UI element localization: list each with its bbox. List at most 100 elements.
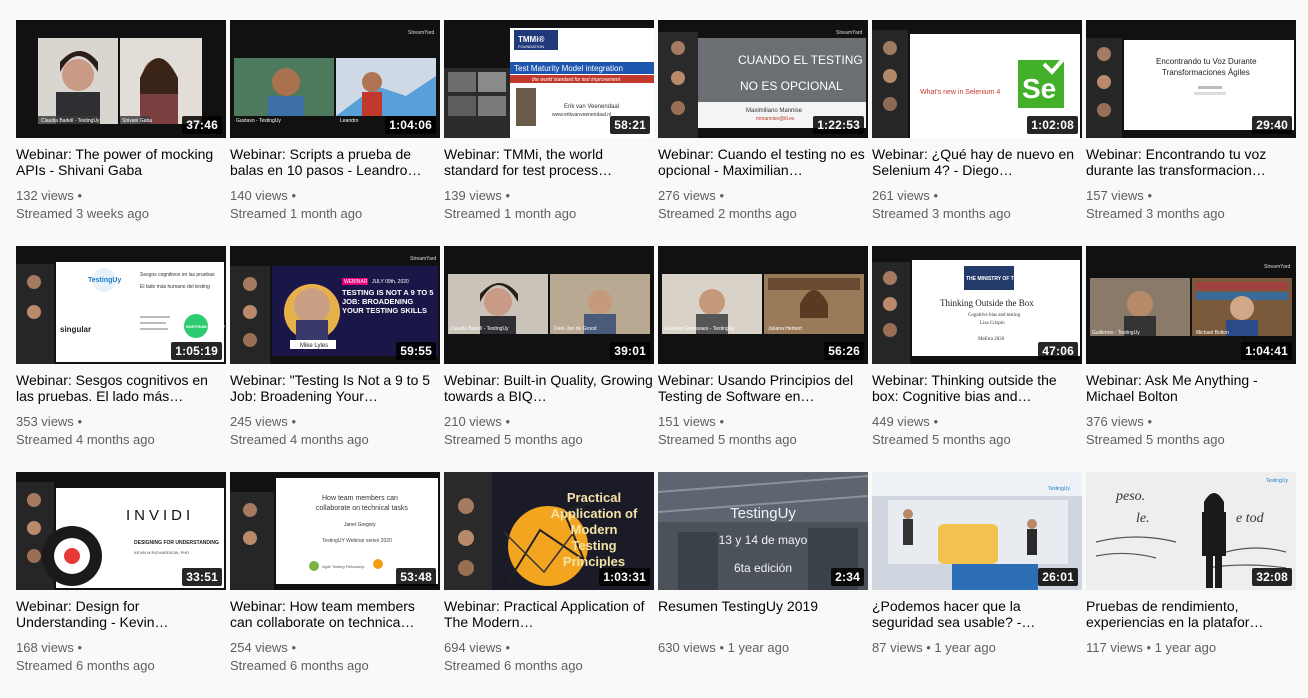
video-title-text[interactable]: Webinar: Cuando el testing no es opciona…: [658, 146, 868, 178]
video-title[interactable]: Webinar: TMMi, the world standard for te…: [444, 146, 654, 178]
video-card[interactable]: Gustavo Guimaraes - TestingUy Juliana He…: [658, 246, 868, 472]
video-title[interactable]: ¿Podemos hacer que la seguridad sea usab…: [872, 598, 1082, 630]
video-thumbnail[interactable]: Guillermo - TestingUy Michael Bolton Str…: [1086, 246, 1296, 364]
thumb-label: What's new in Selenium 4: [920, 89, 1000, 96]
stream-time: Streamed 5 months ago: [872, 432, 1011, 447]
view-count: 168 views: [16, 640, 74, 655]
video-thumbnail[interactable]: TestingUy 26:01: [872, 472, 1082, 590]
video-title-text[interactable]: Webinar: The power of mocking APIs - Shi…: [16, 146, 226, 178]
video-title-text[interactable]: Webinar: Design for Understanding - Kevi…: [16, 598, 226, 630]
video-title-text[interactable]: Webinar: Scripts a prueba de balas en 10…: [230, 146, 440, 178]
video-card[interactable]: CUANDO EL TESTING NO ES OPCIONAL Maximil…: [658, 20, 868, 246]
separator-dot: •: [1146, 640, 1152, 655]
stream-time: Streamed 3 weeks ago: [16, 206, 149, 221]
video-title[interactable]: Webinar: Scripts a prueba de balas en 10…: [230, 146, 440, 178]
video-title[interactable]: Webinar: Practical Application of The Mo…: [444, 598, 654, 630]
video-card[interactable]: StreamYard Gustavo - TestingUy Leandro 1…: [230, 20, 440, 246]
video-meta: 139 views • Streamed 1 month ago: [444, 187, 654, 223]
video-card[interactable]: INVIDI DESIGNING FOR UNDERSTANDING KEVIN…: [16, 472, 226, 698]
video-thumbnail[interactable]: CUANDO EL TESTING NO ES OPCIONAL Maximil…: [658, 20, 868, 138]
video-thumbnail[interactable]: peso. le. e tod TestingUy 32:08: [1086, 472, 1296, 590]
video-card[interactable]: Guillermo - TestingUy Michael Bolton Str…: [1086, 246, 1296, 472]
video-card[interactable]: TestingUy Sesgos cognitivos en las prueb…: [16, 246, 226, 472]
video-thumbnail[interactable]: Gustavo Guimaraes - TestingUy Juliana He…: [658, 246, 868, 364]
thumb-label: Claudia Badell - TestingUy: [450, 326, 509, 332]
video-title[interactable]: Webinar: Thinking outside the box: Cogni…: [872, 372, 1082, 404]
video-title-text[interactable]: Webinar: Practical Application of The Mo…: [444, 598, 654, 630]
thumb-label: Michael Bolton: [1196, 330, 1229, 336]
video-title-text[interactable]: Webinar: Usando Principios del Testing d…: [658, 372, 868, 404]
video-title-text[interactable]: Webinar: Thinking outside the box: Cogni…: [872, 372, 1082, 404]
separator-dot: •: [933, 414, 938, 429]
video-title-text[interactable]: Webinar: "Testing Is Not a 9 to 5 Job: B…: [230, 372, 440, 404]
video-card[interactable]: Claudia Badell - TestingUy Derk-Jan de G…: [444, 246, 654, 472]
video-card[interactable]: TMMi® FOUNDATION Test Maturity Model int…: [444, 20, 654, 246]
duration-badge: 1:22:53: [813, 116, 864, 134]
video-thumbnail[interactable]: Claudia Badell - TestingUy Shivani Gaba …: [16, 20, 226, 138]
video-title-text[interactable]: Webinar: Built-in Quality, Growing towar…: [444, 372, 654, 404]
thumb-label: StreamYard: [410, 256, 437, 262]
video-thumbnail[interactable]: Claudia Badell - TestingUy Derk-Jan de G…: [444, 246, 654, 364]
duration-badge: 33:51: [182, 568, 222, 586]
video-card[interactable]: How team members can collaborate on tech…: [230, 472, 440, 698]
video-title[interactable]: Webinar: Sesgos cognitivos en las prueba…: [16, 372, 226, 404]
video-thumbnail[interactable]: INVIDI DESIGNING FOR UNDERSTANDING KEVIN…: [16, 472, 226, 590]
video-title[interactable]: Webinar: ¿Qué hay de nuevo en Selenium 4…: [872, 146, 1082, 178]
video-title-text[interactable]: Webinar: Sesgos cognitivos en las prueba…: [16, 372, 226, 404]
video-thumbnail[interactable]: TestingUy 13 y 14 de mayo 6ta edición 2:…: [658, 472, 868, 590]
view-count: 694 views: [444, 640, 502, 655]
video-title[interactable]: Webinar: The power of mocking APIs - Shi…: [16, 146, 226, 178]
thumb-label: www.erikvanveenendaal.nl: [552, 112, 611, 118]
video-title[interactable]: Resumen TestingUy 2019: [658, 598, 868, 630]
video-card[interactable]: THE MINISTRY OF TESTING Thinking Outside…: [872, 246, 1082, 472]
video-title-text[interactable]: Webinar: ¿Qué hay de nuevo en Selenium 4…: [872, 146, 1082, 178]
video-title[interactable]: Webinar: "Testing Is Not a 9 to 5 Job: B…: [230, 372, 440, 404]
video-title[interactable]: Webinar: Built-in Quality, Growing towar…: [444, 372, 654, 404]
video-card[interactable]: WEBINAR JULY 09th, 2020 TESTING IS NOT A…: [230, 246, 440, 472]
video-card[interactable]: Practical Application of Modern Testing …: [444, 472, 654, 698]
video-title-text[interactable]: Webinar: Encontrando tu voz durante las …: [1086, 146, 1296, 178]
thumb-label: Sesgos cognitivos en las pruebas: [140, 272, 215, 278]
video-title-text[interactable]: Pruebas de rendimiento, experiencias en …: [1086, 598, 1296, 630]
video-title[interactable]: Webinar: Encontrando tu voz durante las …: [1086, 146, 1296, 178]
duration-badge: 1:04:06: [385, 116, 436, 134]
video-thumbnail[interactable]: Practical Application of Modern Testing …: [444, 472, 654, 590]
video-thumbnail[interactable]: What's new in Selenium 4 Se 1:02:08: [872, 20, 1082, 138]
video-card[interactable]: Claudia Badell - TestingUy Shivani Gaba …: [16, 20, 226, 246]
video-title-text[interactable]: ¿Podemos hacer que la seguridad sea usab…: [872, 598, 1082, 630]
video-meta: 694 views • Streamed 6 months ago: [444, 639, 654, 675]
separator-dot: •: [505, 414, 510, 429]
thumb-label: Modern: [571, 522, 618, 537]
thumb-label: TestingUY Webinar series 2020: [322, 538, 392, 544]
video-title-text[interactable]: Webinar: How team members can collaborat…: [230, 598, 440, 630]
video-thumbnail[interactable]: Encontrando tu Voz Durante Transformacio…: [1086, 20, 1296, 138]
thumb-label: CUANDO EL TESTING: [738, 53, 863, 67]
separator-dot: •: [926, 640, 931, 655]
video-title[interactable]: Webinar: Usando Principios del Testing d…: [658, 372, 868, 404]
video-title[interactable]: Webinar: Cuando el testing no es opciona…: [658, 146, 868, 178]
video-title[interactable]: Pruebas de rendimiento, experiencias en …: [1086, 598, 1296, 630]
video-thumbnail[interactable]: WEBINAR JULY 09th, 2020 TESTING IS NOT A…: [230, 246, 440, 364]
thumb-label: Practical: [567, 490, 621, 505]
video-card[interactable]: TestingUy 13 y 14 de mayo 6ta edición 2:…: [658, 472, 868, 698]
video-card[interactable]: What's new in Selenium 4 Se 1:02:08 Webi…: [872, 20, 1082, 246]
video-title[interactable]: Webinar: Ask Me Anything - Michael Bolto…: [1086, 372, 1296, 404]
video-title-text[interactable]: Webinar: TMMi, the world standard for te…: [444, 146, 654, 178]
thumb-label: TestingUy: [1048, 486, 1070, 492]
duration-badge: 58:21: [610, 116, 650, 134]
video-thumbnail[interactable]: TestingUy Sesgos cognitivos en las prueb…: [16, 246, 226, 364]
video-thumbnail[interactable]: StreamYard Gustavo - TestingUy Leandro 1…: [230, 20, 440, 138]
video-thumbnail[interactable]: TMMi® FOUNDATION Test Maturity Model int…: [444, 20, 654, 138]
video-card[interactable]: Encontrando tu Voz Durante Transformacio…: [1086, 20, 1296, 246]
video-title[interactable]: Webinar: Design for Understanding - Kevi…: [16, 598, 226, 630]
video-thumbnail[interactable]: THE MINISTRY OF TESTING Thinking Outside…: [872, 246, 1082, 364]
video-card[interactable]: TestingUy 26:01 ¿Podemos hacer que la se…: [872, 472, 1082, 698]
thumb-label: Derk-Jan de Grood: [554, 326, 597, 332]
video-title-text[interactable]: Webinar: Ask Me Anything - Michael Bolto…: [1086, 372, 1296, 404]
video-title[interactable]: Webinar: How team members can collaborat…: [230, 598, 440, 630]
video-thumbnail[interactable]: How team members can collaborate on tech…: [230, 472, 440, 590]
video-meta: 87 views • 1 year ago: [872, 639, 1082, 657]
video-title-text[interactable]: Resumen TestingUy 2019: [658, 598, 868, 614]
video-card[interactable]: peso. le. e tod TestingUy 32:08 Pruebas …: [1086, 472, 1296, 698]
thumb-label: mmannise@itl.es: [756, 116, 795, 122]
